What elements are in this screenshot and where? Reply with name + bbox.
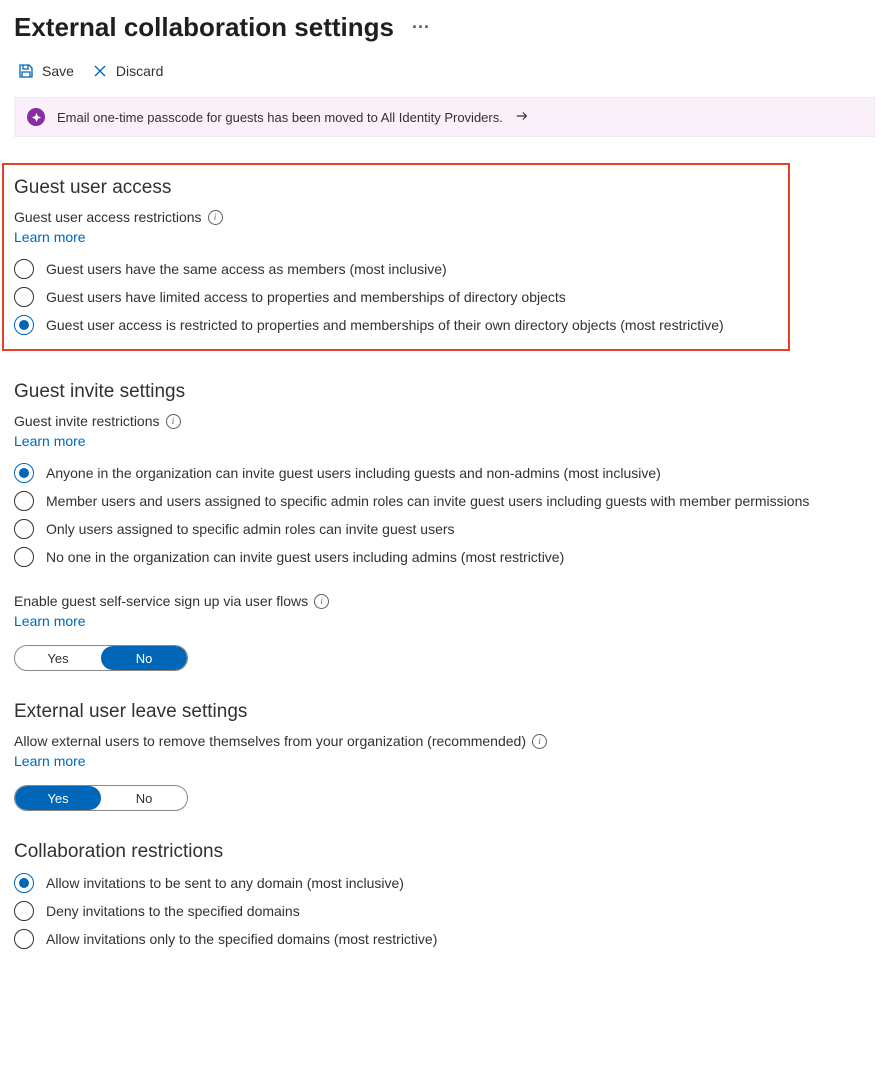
toggle-no[interactable]: No — [101, 646, 187, 670]
field-label: Guest user access restrictions i — [14, 209, 778, 225]
info-banner: Email one-time passcode for guests has b… — [14, 97, 875, 137]
radio-option[interactable]: Member users and users assigned to speci… — [14, 491, 875, 511]
radio-group-guest-invite: Anyone in the organization can invite gu… — [14, 463, 875, 567]
toggle-yes[interactable]: Yes — [15, 786, 101, 810]
page-title-text: External collaboration settings — [14, 12, 394, 43]
radio-group-collab: Allow invitations to be sent to any doma… — [14, 873, 875, 949]
radio-option[interactable]: Allow invitations to be sent to any doma… — [14, 873, 875, 893]
field-label-text: Guest invite restrictions — [14, 413, 160, 429]
field-label-text: Enable guest self-service sign up via us… — [14, 593, 308, 609]
section-title: Collaboration restrictions — [14, 841, 875, 863]
section-external-leave: External user leave settings Allow exter… — [14, 701, 875, 811]
radio-option[interactable]: Allow invitations only to the specified … — [14, 929, 875, 949]
radio-option[interactable]: Guest users have the same access as memb… — [14, 259, 778, 279]
radio-label: Guest user access is restricted to prope… — [46, 317, 724, 333]
radio-label: Allow invitations only to the specified … — [46, 931, 437, 947]
toggle-yes[interactable]: Yes — [15, 646, 101, 670]
info-icon[interactable]: i — [314, 594, 329, 609]
field-label: Allow external users to remove themselve… — [14, 733, 875, 749]
radio-option[interactable]: No one in the organization can invite gu… — [14, 547, 875, 567]
learn-more-link[interactable]: Learn more — [14, 433, 86, 449]
save-icon — [18, 63, 34, 79]
learn-more-link[interactable]: Learn more — [14, 613, 86, 629]
more-actions-icon[interactable]: ··· — [412, 17, 430, 38]
field-label: Enable guest self-service sign up via us… — [14, 593, 875, 609]
discard-button-label: Discard — [116, 63, 163, 79]
page-title: External collaboration settings ··· — [14, 12, 875, 43]
save-button-label: Save — [42, 63, 74, 79]
radio-group-guest-access: Guest users have the same access as memb… — [14, 259, 778, 335]
discard-button[interactable]: Discard — [92, 63, 163, 79]
radio-label: Only users assigned to specific admin ro… — [46, 521, 455, 537]
field-label-text: Guest user access restrictions — [14, 209, 202, 225]
section-guest-user-access: Guest user access Guest user access rest… — [2, 163, 790, 351]
command-bar: Save Discard — [18, 63, 875, 79]
radio-option[interactable]: Only users assigned to specific admin ro… — [14, 519, 875, 539]
toggle-no[interactable]: No — [101, 786, 187, 810]
info-banner-text: Email one-time passcode for guests has b… — [57, 110, 503, 125]
info-icon[interactable]: i — [166, 414, 181, 429]
radio-label: Anyone in the organization can invite gu… — [46, 465, 661, 481]
close-icon — [92, 63, 108, 79]
compass-icon — [27, 108, 45, 126]
field-label: Guest invite restrictions i — [14, 413, 875, 429]
radio-option[interactable]: Deny invitations to the specified domain… — [14, 901, 875, 921]
section-title: Guest user access — [14, 177, 778, 199]
learn-more-link[interactable]: Learn more — [14, 753, 86, 769]
radio-label: Allow invitations to be sent to any doma… — [46, 875, 404, 891]
toggle-self-service[interactable]: Yes No — [14, 645, 188, 671]
info-icon[interactable]: i — [208, 210, 223, 225]
radio-option[interactable]: Guest users have limited access to prope… — [14, 287, 778, 307]
save-button[interactable]: Save — [18, 63, 74, 79]
radio-label: Deny invitations to the specified domain… — [46, 903, 300, 919]
field-label-text: Allow external users to remove themselve… — [14, 733, 526, 749]
section-title: Guest invite settings — [14, 381, 875, 403]
section-title: External user leave settings — [14, 701, 875, 723]
toggle-external-leave[interactable]: Yes No — [14, 785, 188, 811]
learn-more-link[interactable]: Learn more — [14, 229, 86, 245]
radio-label: Member users and users assigned to speci… — [46, 493, 809, 509]
radio-label: Guest users have limited access to prope… — [46, 289, 566, 305]
radio-option[interactable]: Guest user access is restricted to prope… — [14, 315, 778, 335]
radio-label: Guest users have the same access as memb… — [46, 261, 447, 277]
section-collaboration-restrictions: Collaboration restrictions Allow invitat… — [14, 841, 875, 949]
arrow-right-icon[interactable] — [515, 109, 529, 126]
radio-option[interactable]: Anyone in the organization can invite gu… — [14, 463, 875, 483]
info-icon[interactable]: i — [532, 734, 547, 749]
section-guest-invite: Guest invite settings Guest invite restr… — [14, 381, 875, 671]
radio-label: No one in the organization can invite gu… — [46, 549, 564, 565]
